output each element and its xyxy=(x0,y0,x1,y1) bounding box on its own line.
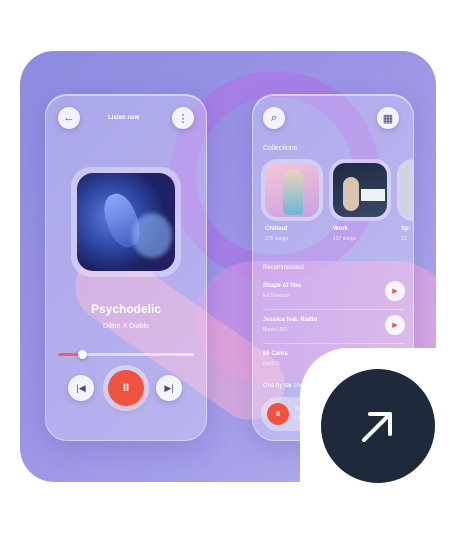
album-art xyxy=(71,167,181,277)
back-button[interactable]: ← xyxy=(58,107,80,129)
track-artist: Dillon X Diablo xyxy=(103,323,149,330)
bottom-section-heading: Ona by tak chci xyxy=(263,383,305,389)
arrow-up-right-icon xyxy=(362,412,392,442)
song-artist: Karol G xyxy=(263,361,280,367)
grid-button[interactable]: ▦ xyxy=(377,107,399,129)
play-button[interactable]: ▶ xyxy=(385,281,405,301)
divider xyxy=(263,343,405,344)
pause-icon: II xyxy=(122,382,130,394)
progress-knob[interactable] xyxy=(78,350,88,359)
more-button[interactable]: ⋮ xyxy=(172,107,194,129)
song-title: Shape of You xyxy=(263,283,301,289)
open-link-button[interactable] xyxy=(321,369,435,483)
more-vertical-icon: ⋮ xyxy=(177,112,189,125)
play-icon: ▶ xyxy=(392,288,398,295)
song-artist: Borys LBD xyxy=(263,327,287,333)
song-title: Mi Cama xyxy=(263,351,288,357)
play-pause-button[interactable]: II xyxy=(108,370,144,406)
song-artist: Ed Sheeran xyxy=(263,293,290,299)
list-item[interactable]: Shape of You Ed Sheeran ▶ xyxy=(263,281,405,305)
collection-name: Sp xyxy=(401,226,409,232)
pause-icon: II xyxy=(276,410,280,418)
collection-card[interactable] xyxy=(329,159,391,221)
play-icon: ▶ xyxy=(392,322,398,329)
list-item[interactable]: Jessica feat. Radio Borys LBD ▶ xyxy=(263,315,405,339)
collections-heading: Collections xyxy=(263,145,298,152)
grid-icon: ▦ xyxy=(382,112,394,125)
track-title: Psychodelic xyxy=(90,302,162,316)
previous-button[interactable]: |◀ xyxy=(68,375,94,401)
search-icon: ⌕ xyxy=(270,111,278,124)
progress-bar[interactable] xyxy=(58,350,194,359)
arrow-left-icon: ← xyxy=(63,112,75,124)
recommended-heading: Recommended xyxy=(263,265,304,271)
search-button[interactable]: ⌕ xyxy=(263,107,285,129)
skip-back-icon: |◀ xyxy=(76,382,86,393)
collection-count: 276 songs xyxy=(265,236,289,242)
collection-name: Work xyxy=(333,226,348,232)
skip-forward-icon: ▶| xyxy=(164,382,174,393)
next-button[interactable]: ▶| xyxy=(156,375,182,401)
collection-card[interactable] xyxy=(397,159,413,221)
divider xyxy=(263,309,405,310)
collection-count: 137 songs xyxy=(333,236,357,242)
collection-name: Chillout xyxy=(265,226,288,232)
player-panel: ← Listen now ⋮ Psychodelic Dillon X Diab… xyxy=(45,94,207,441)
play-button[interactable]: ▶ xyxy=(385,315,405,335)
player-header-title: Listen now xyxy=(108,115,140,121)
collection-count: 12 xyxy=(401,236,407,242)
song-title: Jessica feat. Radio xyxy=(263,317,318,323)
collection-card[interactable] xyxy=(261,159,323,221)
pause-button[interactable]: II xyxy=(267,403,289,425)
